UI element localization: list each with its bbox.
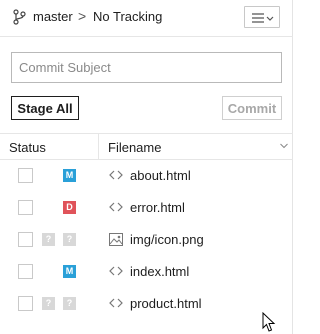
stage-checkbox[interactable] [18, 296, 33, 311]
stage-checkbox[interactable] [18, 232, 33, 247]
code-file-icon [109, 202, 123, 212]
commit-subject-input[interactable] [11, 52, 282, 83]
status-badge-modified: M [63, 169, 76, 182]
more-actions-button[interactable] [244, 6, 280, 28]
status-badge-modified: M [63, 265, 76, 278]
table-row[interactable]: ? ? img/icon.png [0, 224, 293, 256]
column-divider[interactable] [98, 134, 99, 159]
status-badge-untracked: ? [63, 233, 76, 246]
stage-all-button[interactable]: Stage All [11, 96, 79, 120]
column-header-filename[interactable]: Filename [108, 140, 161, 155]
table-row[interactable]: M index.html [0, 256, 293, 288]
status-badge-untracked: ? [42, 233, 55, 246]
branch-header: master > No Tracking [0, 0, 293, 36]
header-divider [0, 36, 293, 37]
mouse-cursor-icon [262, 312, 276, 332]
file-name: about.html [130, 168, 191, 183]
git-panel: master > No Tracking Stage All Commit St… [0, 0, 293, 334]
file-name: img/icon.png [130, 232, 204, 247]
file-name: index.html [130, 264, 190, 279]
column-header-status[interactable]: Status [9, 140, 46, 155]
sort-chevron-icon[interactable] [280, 143, 288, 149]
image-file-icon [109, 233, 123, 246]
table-row[interactable]: M about.html [0, 160, 293, 192]
status-badge-untracked: ? [42, 297, 55, 310]
file-name: product.html [130, 296, 202, 311]
breadcrumb-separator: > [78, 8, 87, 24]
file-name: error.html [130, 200, 185, 215]
table-row[interactable]: D error.html [0, 192, 293, 224]
commit-button[interactable]: Commit [222, 96, 282, 120]
code-file-icon [109, 298, 123, 308]
stage-checkbox[interactable] [18, 200, 33, 215]
table-row[interactable]: ? ? product.html [0, 288, 293, 320]
menu-lines-chevron-icon [252, 13, 274, 23]
code-file-icon [109, 170, 123, 180]
file-table-header: Status Filename [0, 133, 293, 160]
tracking-branch[interactable]: No Tracking [93, 9, 162, 24]
code-file-icon [109, 266, 123, 276]
stage-checkbox[interactable] [18, 168, 33, 183]
status-badge-deleted: D [63, 201, 76, 214]
status-badge-untracked: ? [63, 297, 76, 310]
stage-checkbox[interactable] [18, 264, 33, 279]
branch-name[interactable]: master [33, 9, 73, 24]
git-branch-icon [12, 9, 26, 25]
